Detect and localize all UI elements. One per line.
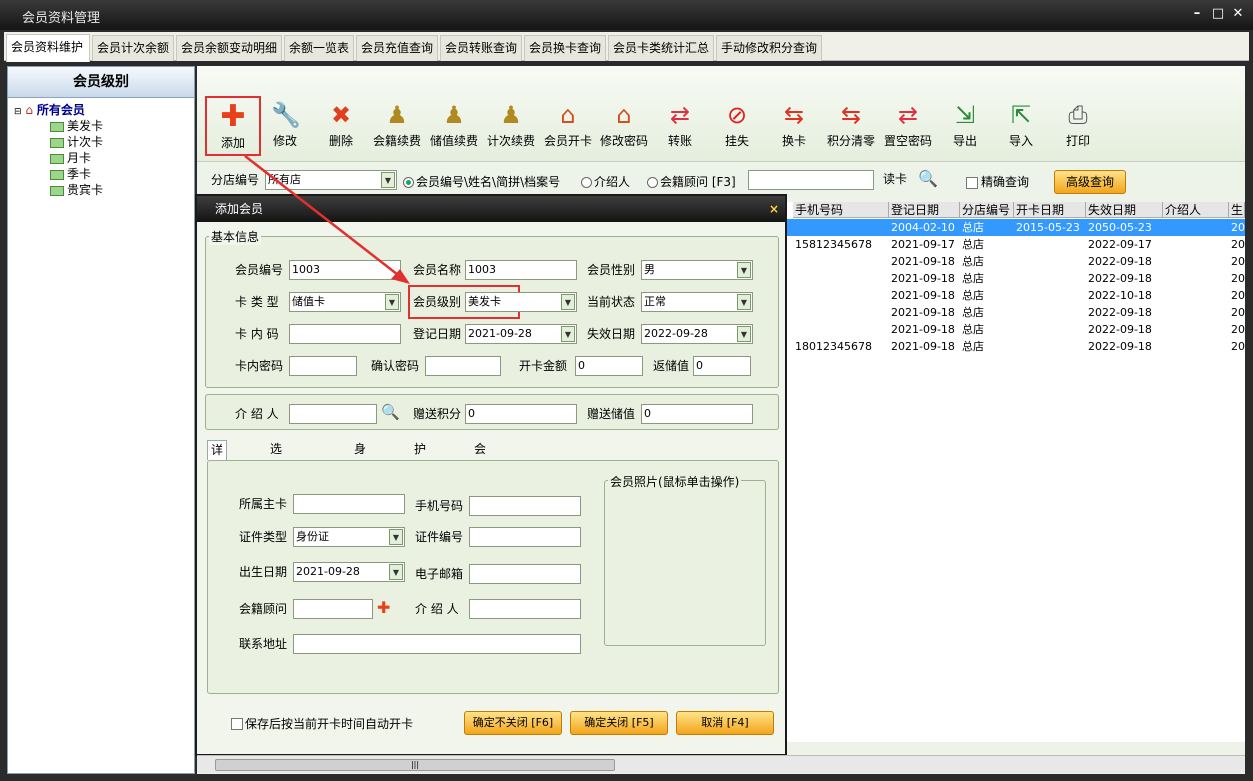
annotation-arrow	[244, 155, 410, 284]
horizontal-scrollbar[interactable]: |||	[197, 755, 1245, 773]
scroll-thumb[interactable]: |||	[215, 759, 615, 771]
